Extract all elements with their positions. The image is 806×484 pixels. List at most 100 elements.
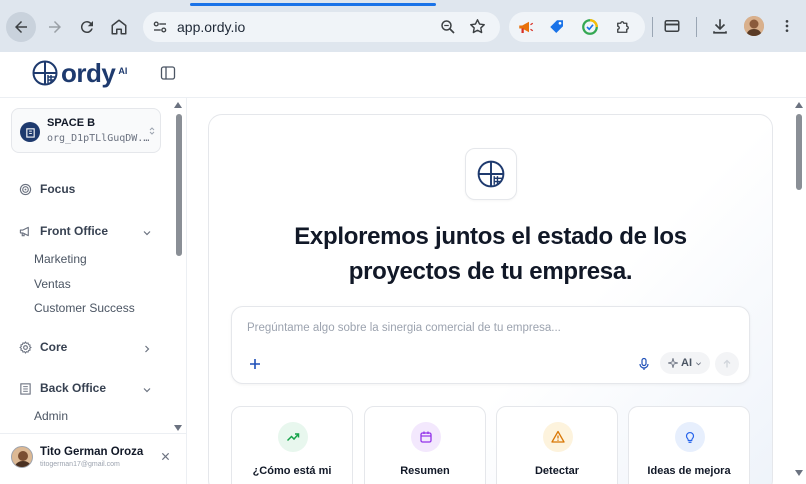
plus-icon[interactable] <box>248 357 262 371</box>
suggestion-card[interactable]: Ideas de mejora <box>628 406 750 484</box>
scroll-down-arrow[interactable] <box>795 470 803 476</box>
megaphone-extension-icon[interactable] <box>517 18 535 36</box>
sidebar-subitem-ventas[interactable]: Ventas <box>34 277 71 291</box>
chevron-down-icon[interactable] <box>142 228 152 238</box>
sidebar-toggle-icon[interactable] <box>160 65 176 81</box>
back-button[interactable] <box>6 12 36 42</box>
app-window: ordy AI SPACE B org_D1pTLlGuqDW... Focus… <box>0 52 806 484</box>
space-switcher[interactable]: SPACE B org_D1pTLlGuqDW... <box>11 108 161 153</box>
warning-icon <box>551 430 565 443</box>
chevron-down-icon <box>696 361 701 365</box>
welcome-panel: Exploremos juntos el estado de los proye… <box>208 114 773 484</box>
space-icon <box>20 122 40 142</box>
sidebar-subitem-customer-success[interactable]: Customer Success <box>34 301 135 315</box>
user-name: Tito German Oroza <box>40 446 144 458</box>
payment-card-icon <box>664 20 680 32</box>
back-icon <box>15 21 27 33</box>
model-selector-label: AI <box>681 357 692 369</box>
globe-logo-icon <box>477 160 505 188</box>
sidebar-item-back-office[interactable]: Back Office <box>19 381 106 395</box>
browser-profile-avatar[interactable] <box>744 16 764 36</box>
site-settings-icon[interactable] <box>151 18 169 36</box>
sidebar: SPACE B org_D1pTLlGuqDW... Focus Front O… <box>0 98 187 484</box>
building-icon <box>20 382 31 395</box>
toolbar-divider <box>652 17 653 37</box>
card-label: ¿Cómo está mi <box>252 465 332 477</box>
card-icon-badge <box>278 422 308 452</box>
kebab-menu-icon <box>785 20 789 32</box>
sidebar-item-label: Front Office <box>40 224 108 238</box>
download-button[interactable] <box>709 15 731 37</box>
suggestion-cards: ¿Cómo está mi Resumen Detectar Ideas de … <box>231 406 751 484</box>
suggestion-card[interactable]: Resumen <box>364 406 486 484</box>
sidebar-item-core[interactable]: Core <box>19 340 67 354</box>
card-label: Resumen <box>400 465 450 477</box>
sidebar-item-label: Focus <box>40 182 76 196</box>
trend-up-icon <box>286 433 300 442</box>
reload-button[interactable] <box>72 12 102 42</box>
address-bar[interactable]: app.ordy.io <box>143 12 500 42</box>
bookmark-star-icon[interactable] <box>468 17 487 36</box>
space-name: SPACE B <box>47 117 96 129</box>
chevron-down-icon[interactable] <box>142 385 152 395</box>
suggestion-card[interactable]: Detectar <box>496 406 618 484</box>
card-icon-badge <box>543 422 573 452</box>
avatar[interactable] <box>11 446 33 468</box>
close-icon[interactable] <box>161 452 170 461</box>
toolbar-divider <box>696 17 697 37</box>
chevron-right-icon[interactable] <box>142 344 152 354</box>
megaphone-icon <box>19 226 29 236</box>
sidebar-item-label: Core <box>40 340 68 354</box>
sidebar-subitem-marketing[interactable]: Marketing <box>34 252 87 266</box>
sidebar-scrollbar[interactable] <box>176 114 182 256</box>
sidebar-subitem-admin[interactable]: Admin <box>34 409 68 423</box>
home-icon <box>111 19 127 35</box>
main-scrollbar[interactable] <box>796 114 802 190</box>
target-icon <box>19 183 32 195</box>
sidebar-item-focus[interactable]: Focus <box>19 182 75 196</box>
user-email: titogerman17@gmail.com <box>40 461 120 468</box>
card-label: Ideas de mejora <box>647 465 731 477</box>
logo-ai-badge: AI <box>118 66 128 76</box>
model-selector[interactable]: AI <box>660 352 710 374</box>
chevron-updown-icon <box>149 127 155 135</box>
main-content: Exploremos juntos el estado de los proye… <box>188 98 806 484</box>
page-title: Exploremos juntos el estado de los proye… <box>209 219 772 289</box>
gear-icon <box>19 340 32 354</box>
space-org-id: org_D1pTLlGuqDW... <box>47 133 153 144</box>
sidebar-item-front-office[interactable]: Front Office <box>19 224 108 238</box>
home-button[interactable] <box>104 12 134 42</box>
send-button[interactable] <box>715 352 739 376</box>
card-icon-badge <box>675 422 705 452</box>
hero-logo <box>465 148 517 200</box>
prompt-input[interactable] <box>247 319 727 337</box>
zoom-icon[interactable] <box>439 18 457 36</box>
arrow-up-icon <box>723 359 731 368</box>
person-avatar-icon <box>744 16 764 36</box>
card-label: Detectar <box>534 465 580 477</box>
sparkle-icon <box>668 358 678 368</box>
scroll-down-arrow[interactable] <box>174 425 182 431</box>
tag-extension-icon[interactable] <box>548 18 566 36</box>
building-small-icon <box>25 127 35 138</box>
browser-toolbar: app.ordy.io <box>0 0 806 52</box>
user-profile[interactable]: Tito German Oroza titogerman17@gmail.com <box>0 433 186 484</box>
ordy-logo[interactable]: ordy AI <box>32 60 127 86</box>
page-load-progress <box>190 3 436 6</box>
url-text[interactable]: app.ordy.io <box>177 19 245 35</box>
suggestion-card[interactable]: ¿Cómo está mi <box>231 406 353 484</box>
forward-button[interactable] <box>40 12 70 42</box>
extensions-puzzle-icon[interactable] <box>614 18 632 36</box>
globe-logo-icon <box>32 60 58 86</box>
scroll-up-arrow[interactable] <box>174 102 182 108</box>
card-icon-badge <box>411 422 441 452</box>
payment-card-button[interactable] <box>661 15 683 37</box>
extensions-group <box>509 12 645 42</box>
grammar-extension-icon[interactable] <box>581 18 599 36</box>
browser-menu-button[interactable] <box>776 15 798 37</box>
forward-icon <box>49 21 61 33</box>
microphone-icon[interactable] <box>637 357 651 371</box>
page-title-line-2: proyectos de tu empresa. <box>348 258 633 285</box>
scroll-up-arrow[interactable] <box>795 102 803 108</box>
lightbulb-icon <box>685 432 695 443</box>
